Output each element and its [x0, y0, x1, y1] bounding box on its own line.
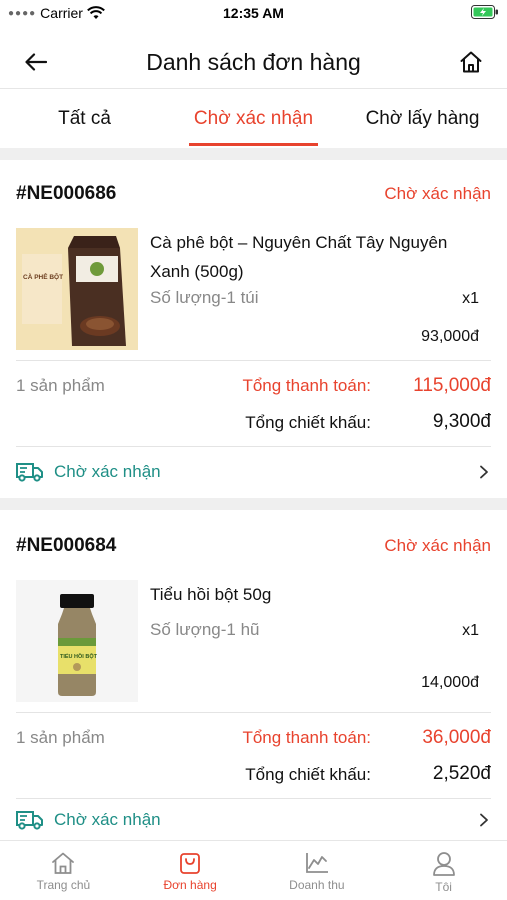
order-header: #NE000686 Chờ xác nhận	[16, 170, 491, 218]
nav-revenue[interactable]: Doanh thu	[254, 841, 381, 900]
home-button[interactable]	[455, 46, 487, 78]
product-count: 1 sản phẩm	[16, 376, 105, 395]
section-divider	[0, 148, 507, 160]
battery-charging-icon	[471, 5, 499, 22]
total-value: 36,000đ	[422, 727, 491, 748]
status-bar: ●●●● Carrier 12:35 AM	[0, 0, 507, 26]
discount-value: 9,300đ	[432, 411, 491, 432]
discount-label: Tổng chiết khấu:	[245, 413, 371, 432]
status-row-label: Chờ xác nhận	[54, 810, 161, 829]
product-price: 14,000đ	[421, 674, 479, 691]
product-name: Tiểu hồi bột 50g	[150, 585, 272, 604]
divider	[16, 360, 491, 361]
order-card[interactable]: #NE000684 Chờ xác nhận TIỂU HỒI BỘT Tiểu…	[0, 510, 507, 840]
total-value: 115,000đ	[413, 375, 491, 396]
nav-label: Đơn hàng	[163, 878, 217, 892]
status-row-label: Chờ xác nhận	[54, 462, 161, 481]
order-id: #NE000686	[16, 183, 117, 204]
product-quantity: Số lượng-1 túi	[150, 288, 259, 307]
user-icon	[432, 852, 455, 876]
order-status-label: Chờ xác nhận	[384, 184, 491, 203]
tab-pending-confirmation[interactable]: Chờ xác nhận	[169, 89, 338, 148]
order-product[interactable]: CÀ PHÊ BỘT Cà phê bột – Nguyên Chất Tây …	[16, 228, 491, 350]
product-count: 1 sản phẩm	[16, 728, 105, 747]
page-title: Danh sách đơn hàng	[146, 48, 361, 75]
home-icon	[52, 852, 75, 874]
order-status-row[interactable]: Chờ xác nhận	[16, 447, 491, 497]
product-price: 93,000đ	[421, 328, 479, 345]
bottom-navigation: Trang chủ Đơn hàng Doanh thu Tôi	[0, 840, 507, 900]
discount-label: Tổng chiết khấu:	[245, 765, 371, 784]
chevron-right-icon	[480, 465, 488, 479]
nav-home[interactable]: Trang chủ	[0, 841, 127, 900]
status-time: 12:35 AM	[223, 5, 284, 21]
nav-label: Trang chủ	[36, 878, 91, 892]
order-status-row[interactable]: Chờ xác nhận	[16, 799, 491, 841]
order-status-label: Chờ xác nhận	[384, 536, 491, 555]
delivery-truck-icon	[16, 811, 43, 830]
product-multiplier: x1	[462, 290, 479, 307]
order-card[interactable]: #NE000686 Chờ xác nhận CÀ PHÊ BỘT Cà phê…	[0, 160, 507, 498]
chevron-right-icon	[480, 813, 488, 827]
nav-label: Doanh thu	[289, 878, 345, 892]
back-button[interactable]	[20, 48, 52, 76]
product-thumbnail: CÀ PHÊ BỘT	[16, 228, 138, 350]
product-quantity: Số lượng-1 hũ	[150, 620, 260, 639]
tab-all[interactable]: Tất cả	[0, 89, 169, 148]
total-label: Tổng thanh toán:	[242, 376, 371, 395]
nav-profile[interactable]: Tôi	[380, 841, 507, 900]
discount-value: 2,520đ	[432, 763, 491, 784]
thumb-label: CÀ PHÊ BỘT	[23, 272, 63, 281]
order-header: #NE000684 Chờ xác nhận	[16, 522, 491, 570]
home-icon	[460, 51, 482, 73]
tab-pending-pickup[interactable]: Chờ lấy hàng	[338, 89, 507, 148]
arrow-left-icon	[25, 53, 47, 71]
order-status-tabs: Tất cả Chờ xác nhận Chờ lấy hàng	[0, 88, 507, 148]
product-thumbnail: TIỂU HỒI BỘT	[16, 580, 138, 702]
order-product[interactable]: TIỂU HỒI BỘT Tiểu hồi bột 50g Số lượng-1…	[16, 580, 491, 702]
divider	[16, 712, 491, 713]
product-name: Cà phê bột – Nguyên Chất Tây Nguyên Xanh…	[150, 233, 448, 281]
line-chart-icon	[305, 853, 328, 873]
delivery-truck-icon	[16, 463, 43, 482]
product-multiplier: x1	[462, 622, 479, 639]
nav-orders[interactable]: Đơn hàng	[127, 841, 254, 900]
shopping-bag-icon	[180, 853, 201, 874]
app-header: Danh sách đơn hàng	[0, 36, 507, 88]
thumb-label: TIỂU HỒI BỘT	[60, 652, 98, 660]
total-label: Tổng thanh toán:	[242, 728, 371, 747]
order-id: #NE000684	[16, 535, 117, 556]
nav-label: Tôi	[435, 880, 452, 894]
section-divider	[0, 498, 507, 510]
